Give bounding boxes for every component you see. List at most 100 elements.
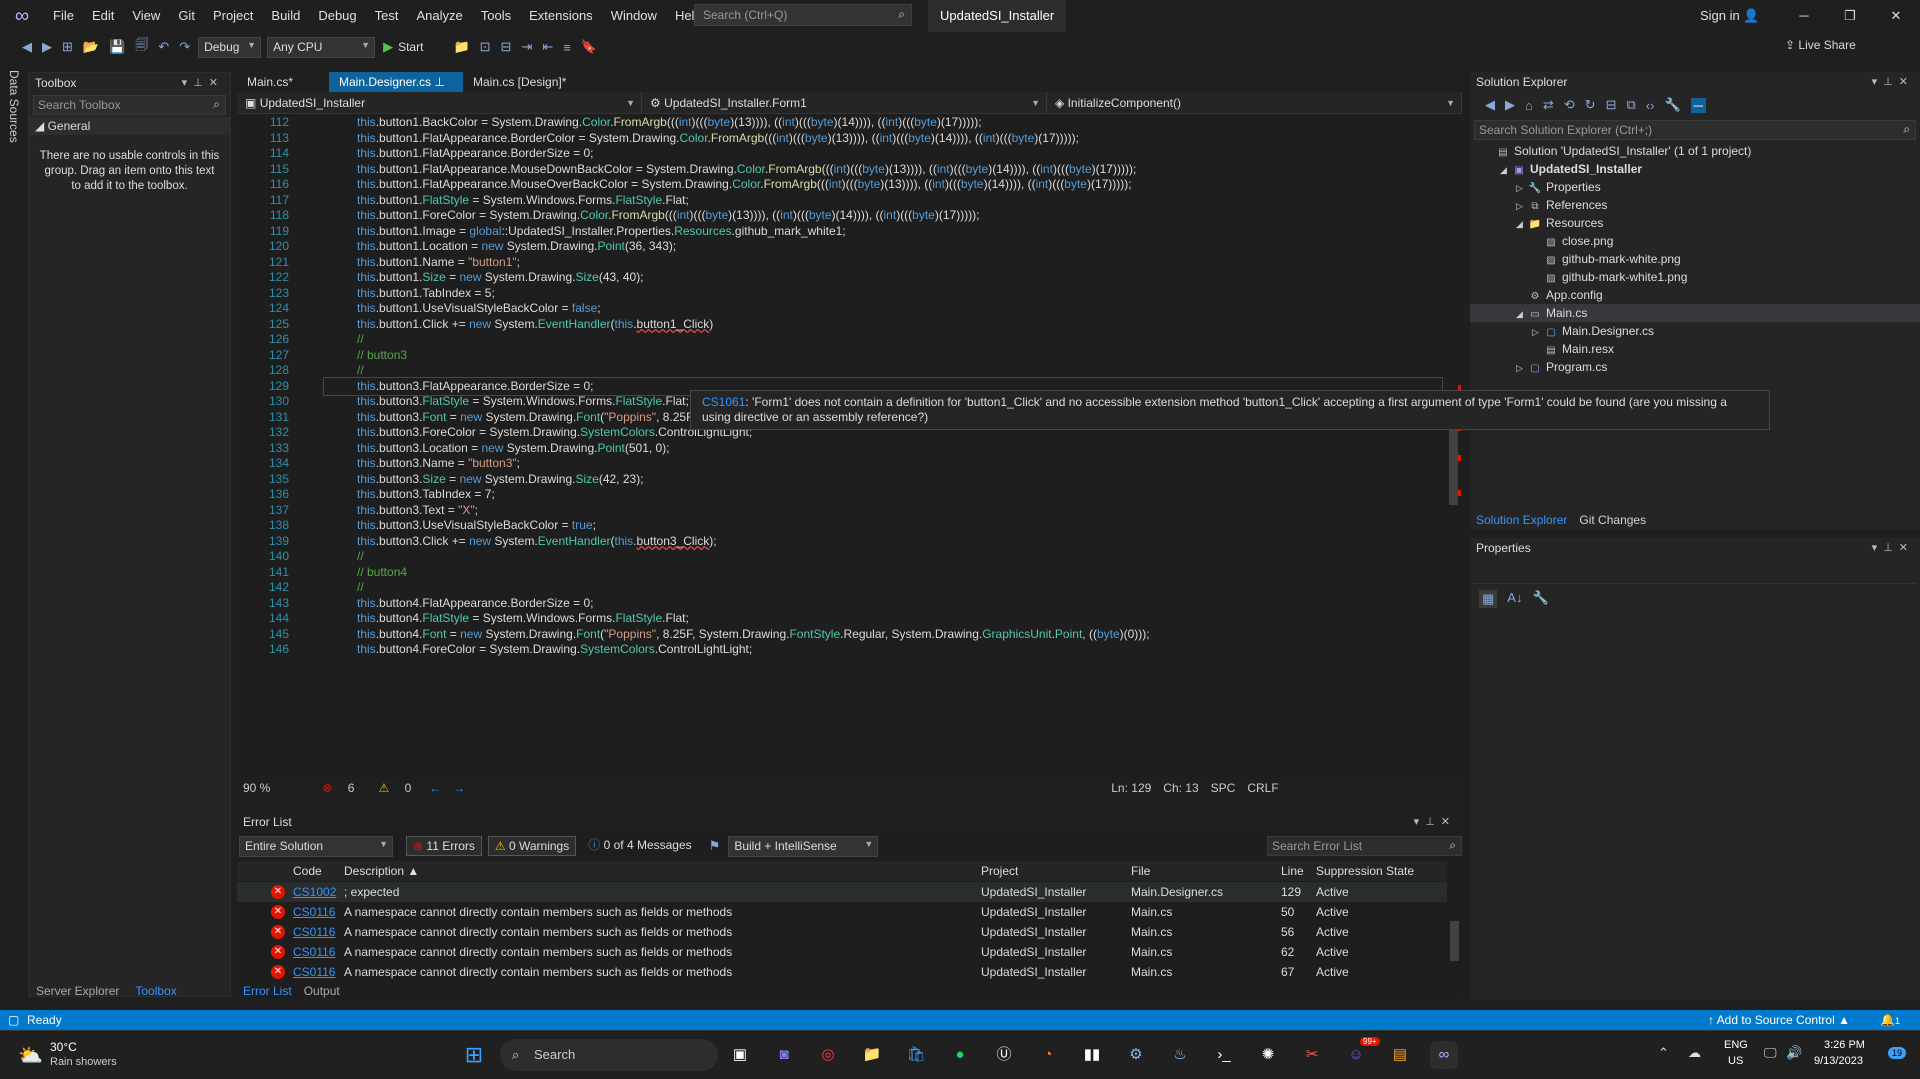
- tree-item[interactable]: ▷ 🔧 Properties: [1470, 178, 1920, 196]
- menu-item-view[interactable]: View: [123, 0, 169, 32]
- expander-icon[interactable]: ▷: [1516, 197, 1528, 215]
- code-editor[interactable]: 112 this.button1.BackColor = System.Drawi…: [237, 115, 1447, 779]
- tree-item[interactable]: ▤ Main.resx: [1470, 340, 1920, 358]
- blender-icon[interactable]: ◔: [1034, 1041, 1062, 1069]
- error-row[interactable]: ✕ CS0116 A namespace cannot directly conta…: [237, 942, 1447, 962]
- new-project-icon[interactable]: ⊞: [62, 39, 73, 55]
- error-code-link[interactable]: CS0116: [293, 902, 335, 922]
- open-icon[interactable]: 📂: [83, 39, 99, 55]
- error-count[interactable]: ⊗ 6: [316, 781, 360, 795]
- store-icon[interactable]: 🛍: [902, 1041, 930, 1069]
- menu-item-project[interactable]: Project: [204, 0, 262, 32]
- data-sources-tab[interactable]: Data Sources: [7, 70, 21, 143]
- error-code-link[interactable]: CS1002: [293, 882, 336, 902]
- panel-controls[interactable]: ▾⊥✕: [1872, 72, 1914, 92]
- properties-wrench-icon[interactable]: 🔧: [1664, 97, 1680, 113]
- error-list-scrollbar[interactable]: [1447, 861, 1462, 979]
- tree-item[interactable]: ▨ close.png: [1470, 232, 1920, 250]
- panel-controls[interactable]: ▾⊥✕: [1414, 812, 1456, 832]
- forward-icon[interactable]: ▶: [1505, 97, 1515, 113]
- forward-icon[interactable]: ▶: [42, 39, 52, 55]
- tree-item[interactable]: ⚙ App.config: [1470, 286, 1920, 304]
- code-line[interactable]: 146 this.button4.ForeColor = System.Drawi…: [237, 640, 1447, 659]
- expander-icon[interactable]: ▷: [1516, 179, 1528, 197]
- onedrive-icon[interactable]: ☁: [1688, 1045, 1701, 1061]
- sign-in-button[interactable]: Sign in 👤: [1700, 0, 1760, 32]
- column-suppression[interactable]: Suppression State: [1316, 861, 1414, 881]
- show-all-icon[interactable]: ⧉: [1626, 97, 1635, 113]
- tree-item[interactable]: ◢ ▭ Main.cs: [1470, 304, 1920, 322]
- menu-item-debug[interactable]: Debug: [309, 0, 365, 32]
- pin-icon[interactable]: ⊥: [434, 75, 444, 89]
- error-row[interactable]: ✕ CS0116 A namespace cannot directly conta…: [237, 962, 1447, 982]
- spotify-icon[interactable]: ●: [946, 1041, 974, 1069]
- tab-git-changes[interactable]: Git Changes: [1573, 510, 1652, 530]
- taskbar-search[interactable]: ⌕ Search: [500, 1039, 718, 1071]
- home-icon[interactable]: ⌂: [1525, 98, 1533, 113]
- menu-item-build[interactable]: Build: [262, 0, 309, 32]
- error-code-link[interactable]: CS0116: [293, 962, 335, 982]
- scope-select[interactable]: Entire Solution ▼: [239, 835, 393, 857]
- zoom-select[interactable]: 90 %: [243, 781, 270, 795]
- teams-icon[interactable]: ◙: [770, 1041, 798, 1069]
- expander-icon[interactable]: ▷: [1532, 323, 1544, 341]
- refresh-icon[interactable]: ↻: [1585, 97, 1596, 113]
- add-to-source-control-button[interactable]: ↑ Add to Source Control ▲: [1708, 1010, 1850, 1030]
- language-indicator-1[interactable]: ENG: [1724, 1039, 1748, 1051]
- outdent-icon[interactable]: ⇤: [542, 39, 553, 55]
- prev-issue-icon[interactable]: ←: [429, 781, 441, 795]
- warnings-filter-button[interactable]: ⚠ 0 Warnings: [487, 836, 577, 856]
- toolbox-group-general[interactable]: ◢ General: [29, 117, 230, 135]
- error-row[interactable]: ✕ CS0116 A namespace cannot directly conta…: [237, 922, 1447, 942]
- next-issue-icon[interactable]: →: [453, 781, 465, 795]
- menu-item-test[interactable]: Test: [366, 0, 408, 32]
- tooltip-error-code[interactable]: CS1061: [702, 395, 745, 409]
- alphabetical-icon[interactable]: A↓: [1507, 590, 1522, 608]
- toolbox-search-input[interactable]: Search Toolbox ⌕: [33, 95, 226, 115]
- tab-output[interactable]: Output: [298, 982, 346, 1000]
- settings-icon[interactable]: ⚙: [1122, 1041, 1150, 1069]
- tab-server-explorer[interactable]: Server Explorer: [28, 982, 127, 1000]
- start-button[interactable]: Start: [398, 40, 423, 54]
- tree-item[interactable]: ▨ github-mark-white.png: [1470, 250, 1920, 268]
- restore-button[interactable]: ❐: [1827, 0, 1873, 32]
- column-code[interactable]: Code: [293, 861, 322, 881]
- notifications-icon[interactable]: 🔔1: [1880, 1010, 1900, 1031]
- error-search-input[interactable]: Search Error List ⌕: [1267, 836, 1462, 856]
- error-row[interactable]: ✕ CS0116 A namespace cannot directly conta…: [237, 902, 1447, 922]
- expander-icon[interactable]: ◢: [1516, 305, 1528, 323]
- terminal-icon[interactable]: ›_: [1210, 1041, 1238, 1069]
- class-dropdown[interactable]: ⚙ UpdatedSI_Installer.Form1 ▼: [642, 92, 1047, 114]
- volume-icon[interactable]: 🔊: [1786, 1045, 1802, 1061]
- menu-item-tools[interactable]: Tools: [472, 0, 520, 32]
- scrollbar-thumb[interactable]: [1450, 921, 1459, 961]
- align-icon[interactable]: ⊟: [501, 39, 512, 55]
- tree-item[interactable]: ◢ ▣ UpdatedSI_Installer: [1470, 160, 1920, 178]
- steam-icon[interactable]: ♨: [1166, 1041, 1194, 1069]
- error-code-link[interactable]: CS0116: [293, 942, 335, 962]
- folder-icon[interactable]: 📁: [453, 39, 469, 55]
- code-icon[interactable]: ‹›: [1646, 98, 1655, 113]
- task-view-icon[interactable]: ▣: [726, 1041, 754, 1069]
- minimize-button[interactable]: ─: [1781, 0, 1827, 32]
- tab-solution-explorer[interactable]: Solution Explorer: [1470, 510, 1573, 530]
- chatgpt-icon[interactable]: ✺: [1254, 1041, 1282, 1069]
- screenshot-icon[interactable]: ⊡: [480, 39, 491, 55]
- error-code-link[interactable]: CS0116: [293, 922, 335, 942]
- tree-item[interactable]: ▤ Solution 'UpdatedSI_Installer' (1 of 1 …: [1470, 142, 1920, 160]
- properties-object-select[interactable]: [1474, 562, 1916, 584]
- menu-item-git[interactable]: Git: [169, 0, 204, 32]
- categorized-icon[interactable]: ▦: [1479, 590, 1498, 608]
- language-indicator-2[interactable]: US: [1728, 1055, 1743, 1067]
- tab-main-cs-design[interactable]: Main.cs [Design]*: [463, 72, 576, 92]
- collapse-icon[interactable]: ⊟: [1606, 97, 1617, 113]
- indent-icon[interactable]: ⇥: [521, 39, 532, 55]
- menu-item-extensions[interactable]: Extensions: [520, 0, 602, 32]
- redo-icon[interactable]: ↷: [179, 39, 190, 55]
- column-project[interactable]: Project: [981, 861, 1018, 881]
- search-input[interactable]: Search (Ctrl+Q) ⌕: [694, 4, 912, 26]
- preview-icon[interactable]: ─: [1690, 97, 1706, 113]
- column-line[interactable]: Line: [1281, 861, 1304, 881]
- tree-item[interactable]: ◢ 📁 Resources: [1470, 214, 1920, 232]
- warning-count[interactable]: ⚠ 0: [372, 781, 417, 795]
